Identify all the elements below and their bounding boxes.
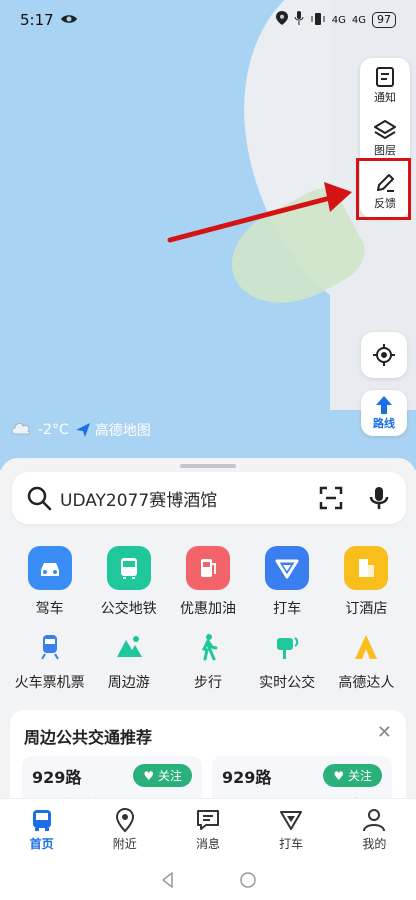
- route-label: 路线: [373, 417, 395, 430]
- shortcut-label: 打车: [273, 601, 302, 617]
- shortcut-train-flight[interactable]: 火车票机票: [12, 630, 88, 692]
- shortcut-walk[interactable]: 步行: [170, 630, 246, 692]
- nav-label: 附近: [112, 837, 137, 851]
- primary-shortcuts: 驾车 公交地铁 优惠加油 打车 订酒店: [0, 546, 416, 618]
- sheet-drag-handle[interactable]: [180, 464, 236, 468]
- status-time: 5:17: [20, 11, 54, 29]
- mic-status-icon: [294, 11, 304, 29]
- shortcut-fuel[interactable]: 优惠加油: [170, 546, 246, 618]
- shortcut-hotel[interactable]: 订酒店: [328, 546, 404, 618]
- nav-profile[interactable]: 我的: [339, 807, 409, 852]
- cloud-icon: [10, 421, 32, 439]
- shortcut-label: 火车票机票: [14, 675, 85, 691]
- microphone-icon[interactable]: [366, 485, 392, 511]
- battery-icon: 97: [372, 12, 396, 28]
- notification-button[interactable]: 通知: [373, 65, 397, 105]
- bottom-navigation: 首页 附近 消息 打车 我的: [0, 798, 416, 860]
- status-bar: 5:17 4G 4G 97: [0, 0, 416, 40]
- notification-icon: [376, 66, 394, 87]
- mountain-icon: [112, 630, 146, 664]
- notification-label: 通知: [374, 90, 396, 104]
- layers-icon: [374, 119, 396, 139]
- message-icon: [196, 810, 219, 830]
- nav-label: 打车: [279, 837, 304, 851]
- bottom-sheet: UDAY2077赛博酒馆 驾车 公交地铁 优惠加油 打车 订酒店 火车票机票 周…: [0, 458, 416, 850]
- locate-button[interactable]: [361, 332, 407, 378]
- person-icon: [363, 809, 386, 832]
- signal-icon: 4G: [331, 14, 346, 26]
- location-icon: [275, 11, 288, 29]
- location-pin-icon: [115, 807, 134, 833]
- shortcut-amap-expert[interactable]: 高德达人: [328, 630, 404, 692]
- train-icon: [33, 630, 67, 664]
- secondary-shortcuts: 火车票机票 周边游 步行 实时公交 高德达人: [0, 630, 416, 692]
- taxi-icon: [280, 811, 303, 830]
- car-icon: [27, 546, 72, 590]
- shortcut-transit[interactable]: 公交地铁: [91, 546, 167, 618]
- nav-messages[interactable]: 消息: [173, 807, 243, 852]
- follow-label: 关注: [157, 769, 182, 783]
- vibrate-icon: [310, 11, 326, 29]
- annotation-arrow: [167, 182, 352, 243]
- shortcut-label: 步行: [193, 675, 222, 691]
- search-input[interactable]: UDAY2077赛博酒馆: [60, 486, 296, 511]
- shortcut-label: 公交地铁: [100, 601, 157, 617]
- route-button[interactable]: 路线: [361, 390, 407, 436]
- brand-logo: 高德地图: [75, 420, 151, 440]
- shortcut-taxi[interactable]: 打车: [249, 546, 325, 618]
- bus-stop-icon: [270, 630, 304, 664]
- brand-name: 高德地图: [94, 423, 151, 439]
- follow-label: 关注: [347, 769, 372, 783]
- close-icon[interactable]: ✕: [377, 722, 392, 743]
- scan-icon[interactable]: [318, 485, 344, 511]
- shortcut-label: 优惠加油: [179, 601, 236, 617]
- layers-label: 图层: [374, 143, 396, 157]
- eye-icon: [60, 11, 78, 29]
- shortcut-label: 周边游: [107, 675, 150, 691]
- amap-logo-icon: [75, 423, 90, 437]
- search-icon: [27, 486, 52, 511]
- back-icon[interactable]: [158, 870, 178, 890]
- nav-label: 消息: [195, 837, 220, 851]
- taxi-icon: [265, 546, 310, 590]
- nav-nearby[interactable]: 附近: [90, 807, 160, 852]
- nav-taxi[interactable]: 打车: [256, 807, 326, 852]
- crosshair-icon: [373, 344, 395, 366]
- search-bar[interactable]: UDAY2077赛博酒馆: [12, 472, 406, 524]
- shortcut-drive[interactable]: 驾车: [12, 546, 88, 618]
- nav-home[interactable]: 首页: [7, 807, 77, 852]
- follow-button[interactable]: ♥ 关注: [133, 764, 192, 787]
- shortcut-label: 订酒店: [345, 601, 388, 617]
- layers-button[interactable]: 图层: [373, 118, 397, 158]
- weather-widget: -2°C 高德地图: [10, 420, 151, 440]
- shortcut-label: 驾车: [35, 601, 64, 617]
- system-navigation-bar: [0, 860, 416, 900]
- nav-label: 我的: [362, 837, 387, 851]
- route-arrow-icon: [376, 396, 392, 414]
- expert-icon: [349, 630, 383, 664]
- shortcut-label: 实时公交: [259, 675, 316, 691]
- signal-icon: 4G: [351, 14, 366, 26]
- walking-icon: [191, 630, 225, 664]
- shortcut-nearby-trip[interactable]: 周边游: [91, 630, 167, 692]
- fuel-pump-icon: [185, 546, 230, 590]
- bus-icon: [32, 810, 51, 831]
- card-title: 周边公共交通推荐: [24, 728, 153, 747]
- bus-icon: [106, 546, 151, 590]
- shortcut-realtime-bus[interactable]: 实时公交: [249, 630, 325, 692]
- hotel-icon: [344, 546, 389, 590]
- temperature: -2°C: [38, 422, 69, 438]
- follow-button[interactable]: ♥ 关注: [323, 764, 382, 787]
- home-icon[interactable]: [238, 870, 258, 890]
- shortcut-label: 高德达人: [338, 675, 395, 691]
- nav-label: 首页: [29, 837, 54, 851]
